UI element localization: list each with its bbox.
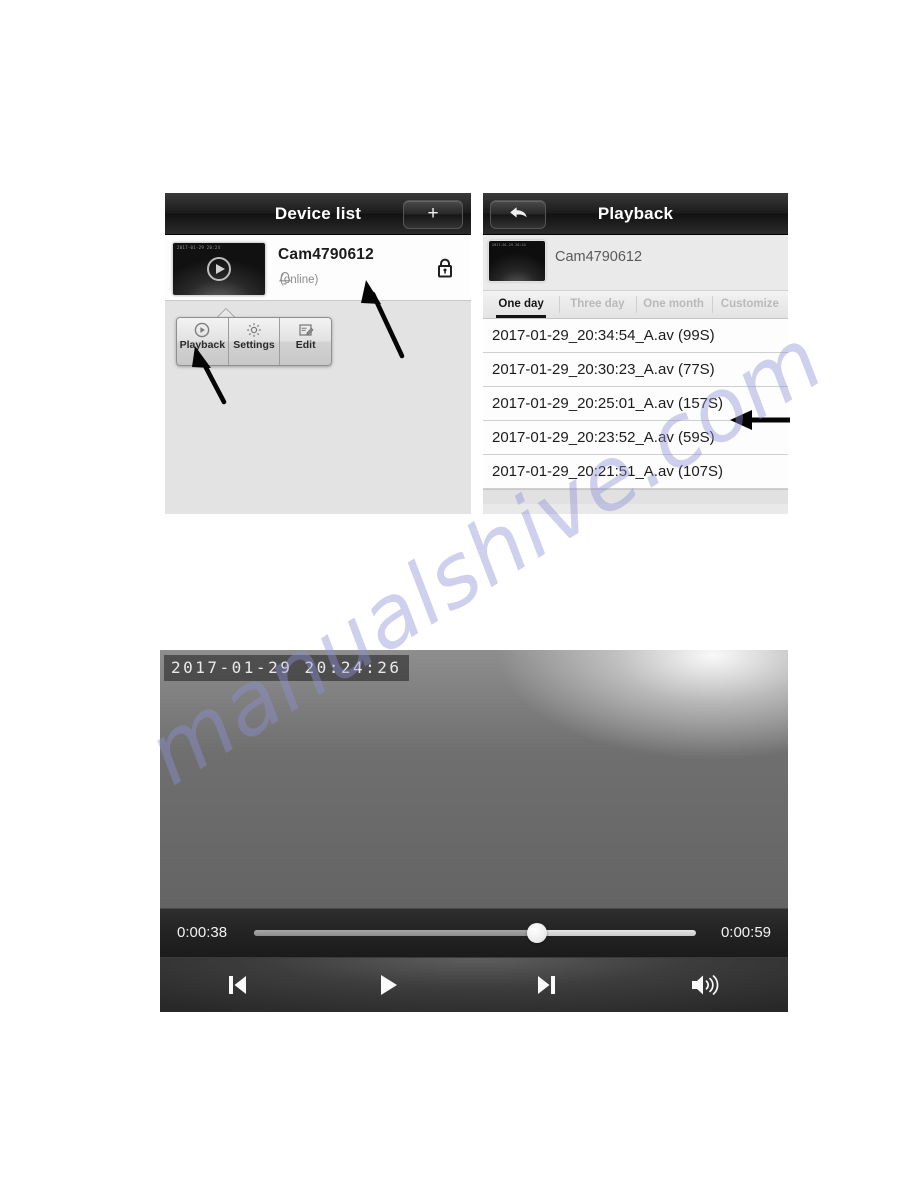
thumbnail-timestamp: 2017-01-29 20:24 [177,245,221,250]
device-status: (online) [280,274,319,286]
device-name: Cam4790612 [555,249,643,265]
progress-thumb[interactable] [526,923,547,943]
add-device-button[interactable]: + [403,200,463,229]
list-footer [483,489,788,504]
progress-filled [254,930,537,936]
play-button[interactable] [370,971,406,1001]
annotation-arrow-playback-menu [192,346,227,405]
playback-panel: Playback 2017-01-29 20:24 Cam4790612 One… [483,193,788,514]
playback-progress-row: 0:00:38 0:00:59 [160,908,788,958]
skip-next-icon [528,971,564,999]
playback-range-tabs: One day Three day One month Customize [483,291,788,319]
edit-pencil-icon [298,322,314,338]
skip-previous-icon [220,971,256,999]
annotation-arrow-selected-file [730,410,790,430]
video-timestamp-overlay: 2017-01-29 20:24:26 [164,655,409,681]
device-name: Cam4790612 [278,246,374,263]
volume-button[interactable] [688,971,724,1001]
device-thumbnail: 2017-01-29 20:24 [488,240,546,282]
player-controls [160,958,788,1012]
gear-icon [246,322,262,338]
tab-customize[interactable]: Customize [711,291,788,318]
annotation-arrow-device-row [361,280,405,359]
page-title: Playback [597,204,674,223]
list-item[interactable]: 2017-01-29_20:30:23_A.av (77S) [483,353,788,387]
play-circle-icon [207,257,231,281]
playback-titlebar: Playback [483,193,788,235]
list-item[interactable]: 2017-01-29_20:34:54_A.av (99S) [483,319,788,353]
device-list-item[interactable]: 2017-01-29 20:24 Cam4790612 (online) Pla… [165,235,471,366]
total-time-label: 0:00:59 [720,924,771,941]
tab-one-day[interactable]: One day [483,291,559,318]
thumbnail-timestamp: 2017-01-29 20:24 [492,243,526,247]
play-circle-icon [194,322,210,338]
tab-one-month[interactable]: One month [635,291,712,318]
playback-device-row: 2017-01-29 20:24 Cam4790612 [483,235,788,291]
volume-icon [688,971,724,999]
next-button[interactable] [528,971,564,1001]
list-item[interactable]: 2017-01-29_20:21:51_A.av (107S) [483,455,788,489]
device-list-titlebar: Device list + [165,193,471,235]
progress-slider[interactable] [254,923,696,943]
play-icon [370,971,406,999]
device-thumbnail[interactable]: 2017-01-29 20:24 [172,242,266,296]
video-player: 2017-01-29 20:24:26 0:00:38 0:00:59 [160,650,788,1012]
previous-button[interactable] [220,971,256,1001]
current-time-label: 0:00:38 [177,924,228,941]
context-menu-item-edit[interactable]: Edit [279,318,331,365]
tab-three-day[interactable]: Three day [559,291,635,318]
lock-icon[interactable] [436,257,454,279]
context-menu-label: Edit [295,339,316,351]
video-viewport[interactable]: 2017-01-29 20:24:26 [160,650,788,908]
